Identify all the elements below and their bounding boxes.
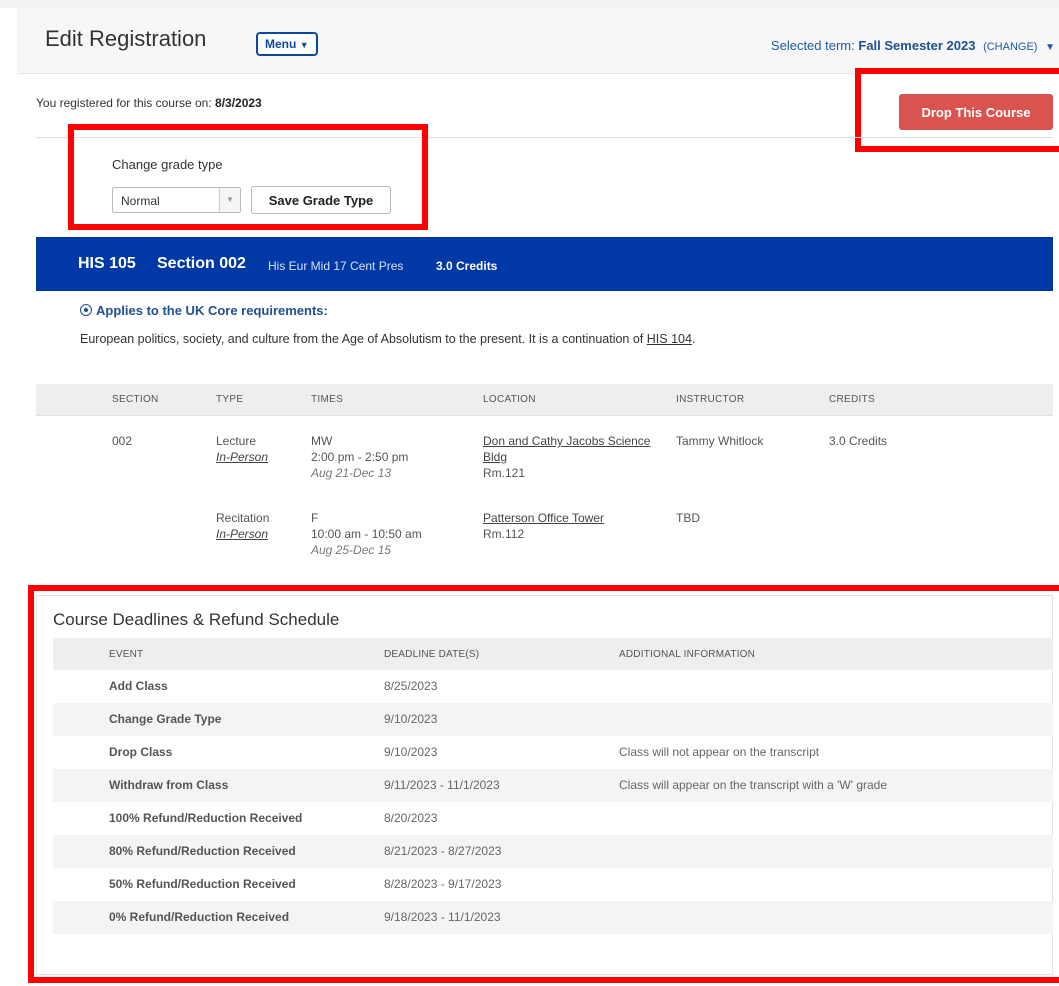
location-link[interactable]: Don and Cathy Jacobs Science Bldg	[483, 434, 650, 464]
grade-type-select[interactable]: Normal ▼	[112, 187, 241, 213]
description-text: European politics, society, and culture …	[80, 332, 644, 346]
prereq-link[interactable]: HIS 104	[647, 332, 692, 346]
row-times: F 10:00 am - 10:50 am Aug 25-Dec 15	[311, 510, 422, 558]
row-days: F	[311, 511, 319, 525]
select-arrow-icon: ▼	[219, 188, 240, 212]
menu-button-label: Menu	[265, 37, 297, 51]
description-end: .	[691, 332, 696, 346]
deadline-date: 8/21/2023 - 8/27/2023	[384, 844, 502, 858]
deadline-event: 0% Refund/Reduction Received	[109, 910, 290, 924]
deadlines-panel: Course Deadlines & Refund Schedule EVENT…	[36, 595, 1053, 975]
row-location: Patterson Office Tower Rm.112	[483, 510, 604, 542]
deadlines-header-event: EVENT	[109, 649, 144, 660]
core-requirements-label: Applies to the UK Core requirements:	[96, 303, 328, 318]
deadline-event: 80% Refund/Reduction Received	[109, 844, 296, 858]
registered-info: You registered for this course on: 8/3/2…	[36, 96, 262, 110]
deadline-event: 100% Refund/Reduction Received	[109, 811, 303, 825]
deadlines-header-date: DEADLINE DATE(S)	[384, 649, 480, 660]
schedule-header: SECTION TYPE TIMES LOCATION INSTRUCTOR C…	[36, 384, 1053, 416]
schedule-header-section: SECTION	[112, 394, 159, 405]
page-header: Edit Registration Menu ▼ Selected term: …	[17, 8, 1059, 74]
row-time: 10:00 am - 10:50 am	[311, 527, 422, 541]
row-credits: 3.0 Credits	[829, 434, 888, 448]
row-room: Rm.121	[483, 466, 526, 480]
row-dates: Aug 21-Dec 13	[311, 466, 392, 480]
deadline-row: 100% Refund/Reduction Received 8/20/2023	[53, 802, 1053, 835]
deadline-date: 9/11/2023 - 11/1/2023	[384, 778, 500, 792]
row-instructor: Tammy Whitlock	[676, 434, 764, 448]
deadline-event: Drop Class	[109, 745, 173, 759]
deadlines-header: EVENT DEADLINE DATE(S) ADDITIONAL INFORM…	[53, 638, 1053, 670]
course-banner: HIS 105 Section 002 His Eur Mid 17 Cent …	[36, 237, 1053, 291]
registered-label: You registered for this course on:	[36, 96, 212, 110]
term-label: Selected term:	[770, 38, 855, 53]
row-type-label: Lecture	[216, 434, 257, 448]
deadline-event: 50% Refund/Reduction Received	[109, 877, 296, 891]
section-divider	[36, 137, 1053, 138]
page-title: Edit Registration	[45, 26, 207, 51]
schedule-header-type: TYPE	[216, 394, 244, 405]
caret-down-icon: ▼	[1045, 42, 1055, 53]
top-strip	[0, 0, 1059, 8]
highlight-box-grade	[68, 124, 428, 230]
row-mode-link[interactable]: In-Person	[216, 450, 268, 464]
row-time: 2:00 pm - 2:50 pm	[311, 450, 409, 464]
deadline-event: Withdraw from Class	[109, 778, 229, 792]
deadlines-title: Course Deadlines & Refund Schedule	[53, 610, 340, 629]
deadline-info: Class will not appear on the transcript	[619, 745, 820, 759]
deadline-row: Withdraw from Class 9/11/2023 - 11/1/202…	[53, 769, 1053, 802]
course-section: Section 002	[157, 255, 246, 272]
row-location: Don and Cathy Jacobs Science Bldg Rm.121	[483, 433, 650, 481]
deadline-date: 9/18/2023 - 11/1/2023	[384, 910, 501, 924]
row-section: 002	[112, 434, 133, 448]
deadline-date: 8/25/2023	[384, 679, 438, 693]
deadline-date: 9/10/2023	[384, 745, 438, 759]
row-times: MW 2:00 pm - 2:50 pm Aug 21-Dec 13	[311, 433, 408, 481]
core-requirements-toggle[interactable]: Applies to the UK Core requirements:	[80, 303, 328, 318]
deadline-date: 8/20/2023	[384, 811, 438, 825]
row-mode-link[interactable]: In-Person	[216, 527, 268, 541]
chevron-down-icon: ▼	[299, 40, 309, 50]
location-link[interactable]: Patterson Office Tower	[483, 511, 604, 525]
location-line1: Don and Cathy Jacobs Science	[483, 434, 651, 448]
course-credits: 3.0 Credits	[436, 259, 498, 273]
deadline-row: 50% Refund/Reduction Received 8/28/2023 …	[53, 868, 1053, 901]
deadlines-header-info: ADDITIONAL INFORMATION	[619, 649, 756, 660]
drop-course-button[interactable]: Drop This Course	[899, 94, 1053, 130]
grade-type-value: Normal	[121, 194, 160, 208]
menu-button[interactable]: Menu ▼	[256, 32, 318, 56]
deadline-date: 8/28/2023 - 9/17/2023	[384, 877, 502, 891]
row-days: MW	[311, 434, 333, 448]
deadline-row: Drop Class 9/10/2023 Class will not appe…	[53, 736, 1053, 769]
location-line2: Bldg	[483, 450, 508, 464]
deadline-date: 9/10/2023	[384, 712, 438, 726]
term-change-link[interactable]: (CHANGE)	[983, 41, 1037, 53]
row-instructor: TBD	[676, 511, 700, 525]
row-type: Recitation In-Person	[216, 510, 269, 542]
deadline-info: Class will appear on the transcript with…	[619, 778, 888, 792]
schedule-header-times: TIMES	[311, 394, 344, 405]
schedule-header-credits: CREDITS	[829, 394, 875, 405]
grade-type-label: Change grade type	[112, 157, 223, 172]
schedule-header-instructor: INSTRUCTOR	[676, 394, 745, 405]
registered-date: 8/3/2023	[215, 96, 262, 110]
deadline-row: Add Class 8/25/2023	[53, 670, 1053, 703]
deadline-event: Change Grade Type	[109, 712, 222, 726]
row-type: Lecture In-Person	[216, 433, 268, 465]
course-code: HIS 105	[78, 255, 136, 272]
radio-circle-icon	[80, 304, 92, 316]
row-type-label: Recitation	[216, 511, 270, 525]
row-room: Rm.112	[483, 527, 525, 541]
course-description: European politics, society, and culture …	[80, 332, 695, 346]
deadline-event: Add Class	[109, 679, 168, 693]
schedule-header-location: LOCATION	[483, 394, 536, 405]
course-name: His Eur Mid 17 Cent Pres	[268, 259, 404, 273]
deadline-row: Change Grade Type 9/10/2023	[53, 703, 1053, 736]
deadline-row: 80% Refund/Reduction Received 8/21/2023 …	[53, 835, 1053, 868]
deadline-row: 0% Refund/Reduction Received 9/18/2023 -…	[53, 901, 1053, 934]
save-grade-type-button[interactable]: Save Grade Type	[251, 186, 391, 214]
row-dates: Aug 25-Dec 15	[311, 543, 392, 557]
term-selector[interactable]: Selected term: Fall Semester 2023 (CHANG…	[771, 38, 1055, 53]
term-value: Fall Semester 2023	[858, 38, 976, 53]
